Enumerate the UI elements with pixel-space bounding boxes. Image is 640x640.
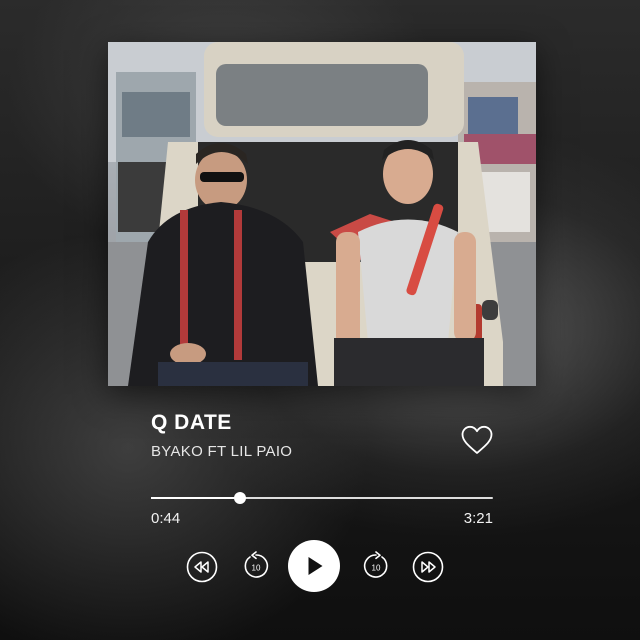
total-time: 3:21 (463, 510, 493, 527)
track-title: Q DATE (151, 411, 232, 434)
fast-forward-icon (412, 551, 444, 583)
replay-seconds-label: 10 (252, 564, 261, 573)
play-button[interactable] (288, 540, 340, 592)
album-artwork (108, 42, 536, 386)
rewind-icon (186, 551, 218, 583)
elapsed-time: 0:44 (151, 510, 181, 527)
progress-bar[interactable] (151, 492, 493, 504)
replay-10-button[interactable]: 10 (241, 551, 271, 583)
rewind-button[interactable] (186, 551, 218, 583)
play-icon (308, 557, 323, 575)
forward-10-button[interactable]: 10 (361, 551, 391, 583)
heart-outline-icon (461, 425, 493, 454)
progress-fill (151, 497, 240, 499)
album-photo (108, 42, 536, 386)
replay-10-icon: 10 (244, 551, 269, 578)
fast-forward-button[interactable] (412, 551, 444, 583)
like-button[interactable] (460, 424, 494, 456)
track-artist: BYAKO FT LIL PAIO (151, 443, 293, 460)
forward-10-icon: 10 (363, 551, 388, 578)
forward-seconds-label: 10 (372, 564, 381, 573)
progress-knob[interactable] (233, 492, 246, 504)
